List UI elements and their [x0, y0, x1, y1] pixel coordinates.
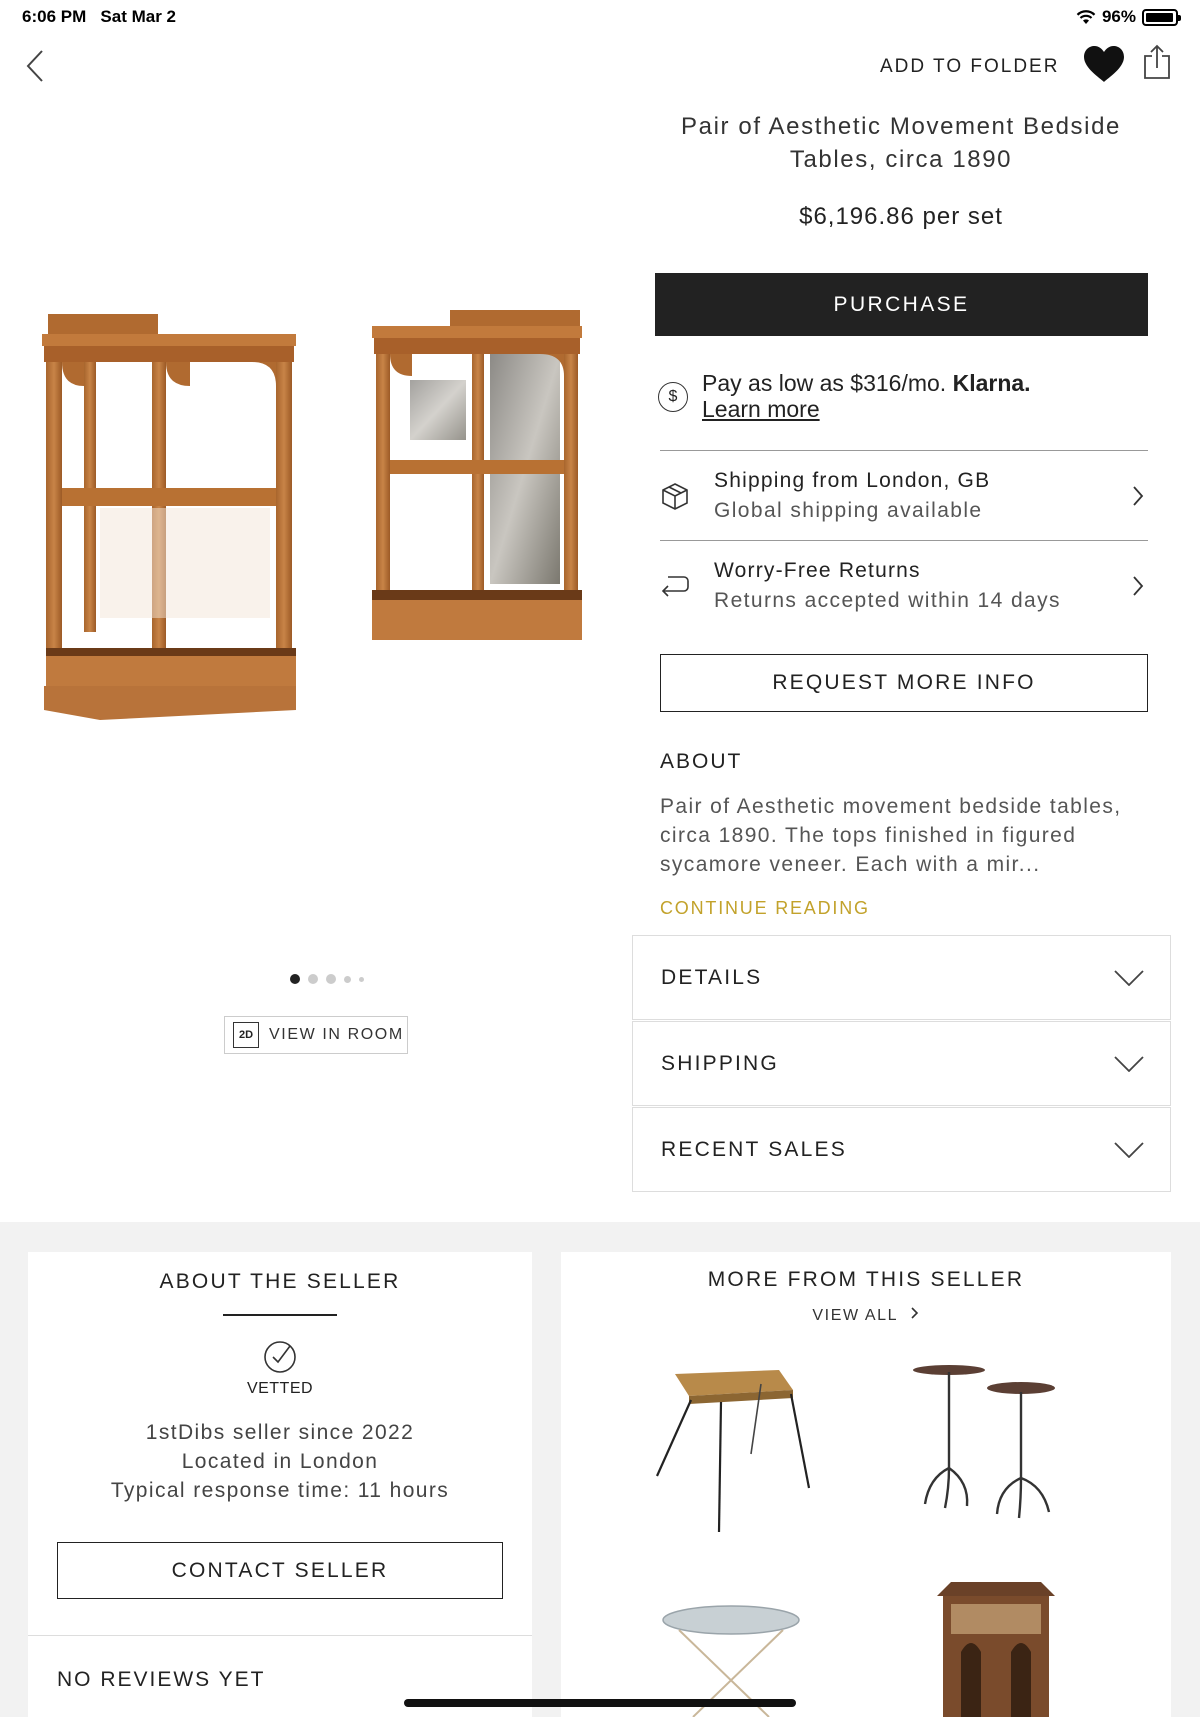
bedside-tables-image — [42, 310, 582, 720]
details-accordion[interactable]: DETAILS — [632, 935, 1171, 1020]
share-icon — [1144, 44, 1170, 79]
chevron-down-icon — [1114, 969, 1144, 986]
view-all-link[interactable]: VIEW ALL — [561, 1306, 1171, 1325]
continue-reading-link[interactable]: CONTINUE READING — [660, 898, 870, 919]
returns-info-row[interactable]: Worry-Free Returns Returns accepted with… — [660, 540, 1148, 630]
view-all-label: VIEW ALL — [812, 1307, 898, 1324]
seller-since: 1stDibs seller since 2022 — [145, 1421, 415, 1444]
status-bar: 6:06 PM Sat Mar 2 96% — [0, 0, 1200, 36]
klarna-text: Pay as low as $316/mo. — [702, 370, 947, 396]
more-from-seller-card: MORE FROM THIS SELLER VIEW ALL — [561, 1252, 1171, 1717]
chevron-right-icon — [1133, 485, 1144, 506]
accordion-label: DETAILS — [661, 965, 763, 989]
returns-title: Worry-Free Returns — [714, 558, 921, 582]
vetted-label: VETTED — [246, 1380, 314, 1397]
check-circle-icon — [264, 1341, 296, 1373]
wifi-icon — [1076, 10, 1096, 24]
klarna-logo: Klarna. — [952, 370, 1031, 396]
chevron-right-icon — [1133, 575, 1144, 596]
seller-response-time: Typical response time: 11 hours — [110, 1479, 450, 1502]
chevron-left-icon — [26, 50, 43, 82]
battery-percent: 96% — [1101, 7, 1136, 26]
return-arrow-icon — [661, 575, 689, 597]
date-text: Sat Mar 2 — [100, 7, 177, 26]
learn-more-link[interactable]: Learn more — [702, 396, 820, 422]
dollar-circle-icon: $ — [658, 382, 688, 412]
favorite-button[interactable] — [1082, 44, 1126, 88]
carousel-dot[interactable] — [308, 974, 318, 984]
shipping-availability: Global shipping available — [714, 498, 983, 522]
box-icon — [662, 482, 688, 510]
purchase-button[interactable]: PURCHASE — [655, 273, 1148, 336]
shipping-accordion[interactable]: SHIPPING — [632, 1021, 1171, 1106]
back-button[interactable] — [18, 44, 52, 88]
seller-location: Located in London — [181, 1450, 379, 1473]
recent-sales-accordion[interactable]: RECENT SALES — [632, 1107, 1171, 1192]
view-in-room-button[interactable]: 2D VIEW IN ROOM — [224, 1016, 408, 1054]
2d-icon: 2D — [233, 1022, 259, 1048]
shipping-origin: Shipping from London, GB — [714, 468, 991, 492]
about-text: Pair of Aesthetic movement bedside table… — [660, 795, 1122, 876]
klarna-financing: $ Pay as low as $316/mo. Klarna. Learn m… — [658, 370, 1148, 422]
returns-policy: Returns accepted within 14 days — [714, 588, 1061, 612]
product-image[interactable] — [20, 290, 610, 760]
view-in-room-label: VIEW IN ROOM — [269, 1026, 404, 1043]
carousel-dot[interactable] — [326, 974, 336, 984]
accordion-label: RECENT SALES — [661, 1137, 847, 1161]
rattan-side-table-thumbnail[interactable] — [651, 1364, 811, 1534]
iron-tripod-tables-thumbnail[interactable] — [909, 1358, 1069, 1528]
home-indicator[interactable] — [404, 1699, 796, 1707]
accordion-label: SHIPPING — [661, 1051, 779, 1075]
chevron-down-icon — [1114, 1141, 1144, 1158]
about-heading: ABOUT — [660, 750, 743, 773]
carousel-dot[interactable] — [290, 974, 300, 984]
carousel-dot[interactable] — [359, 976, 364, 982]
carousel-dots[interactable] — [290, 974, 364, 984]
seller-info: 1stDibs seller since 2022 Located in Lon… — [28, 1418, 532, 1505]
time-text: 6:06 PM — [22, 7, 87, 26]
contact-seller-button[interactable]: CONTACT SELLER — [57, 1542, 503, 1599]
about-seller-heading: ABOUT THE SELLER — [159, 1270, 401, 1293]
shipping-info-row[interactable]: Shipping from London, GB Global shipping… — [660, 450, 1148, 540]
divider — [28, 1635, 532, 1636]
status-right: 96% — [1076, 7, 1181, 27]
add-to-folder-button[interactable]: ADD TO FOLDER — [880, 56, 1059, 78]
octagonal-inlaid-table-thumbnail[interactable] — [931, 1574, 1061, 1717]
more-from-seller-heading: MORE FROM THIS SELLER — [707, 1268, 1025, 1291]
chevron-right-icon — [911, 1307, 918, 1319]
share-button[interactable] — [1142, 44, 1178, 88]
heart-icon — [1084, 46, 1124, 82]
carousel-dot[interactable] — [344, 975, 351, 983]
product-details-panel: Pair of Aesthetic Movement Bedside Table… — [632, 110, 1170, 918]
chevron-down-icon — [1114, 1055, 1144, 1072]
about-seller-card: ABOUT THE SELLER VETTED 1stDibs seller s… — [28, 1252, 532, 1717]
battery-icon — [1142, 8, 1181, 26]
request-more-info-button[interactable]: REQUEST MORE INFO — [660, 654, 1148, 712]
status-time: 6:06 PM Sat Mar 2 — [22, 7, 176, 27]
product-title: Pair of Aesthetic Movement Bedside Table… — [681, 113, 1121, 173]
heading-underline — [223, 1314, 337, 1316]
product-price: $6,196.86 per set — [799, 203, 1003, 230]
reviews-status: NO REVIEWS YET — [57, 1668, 266, 1691]
